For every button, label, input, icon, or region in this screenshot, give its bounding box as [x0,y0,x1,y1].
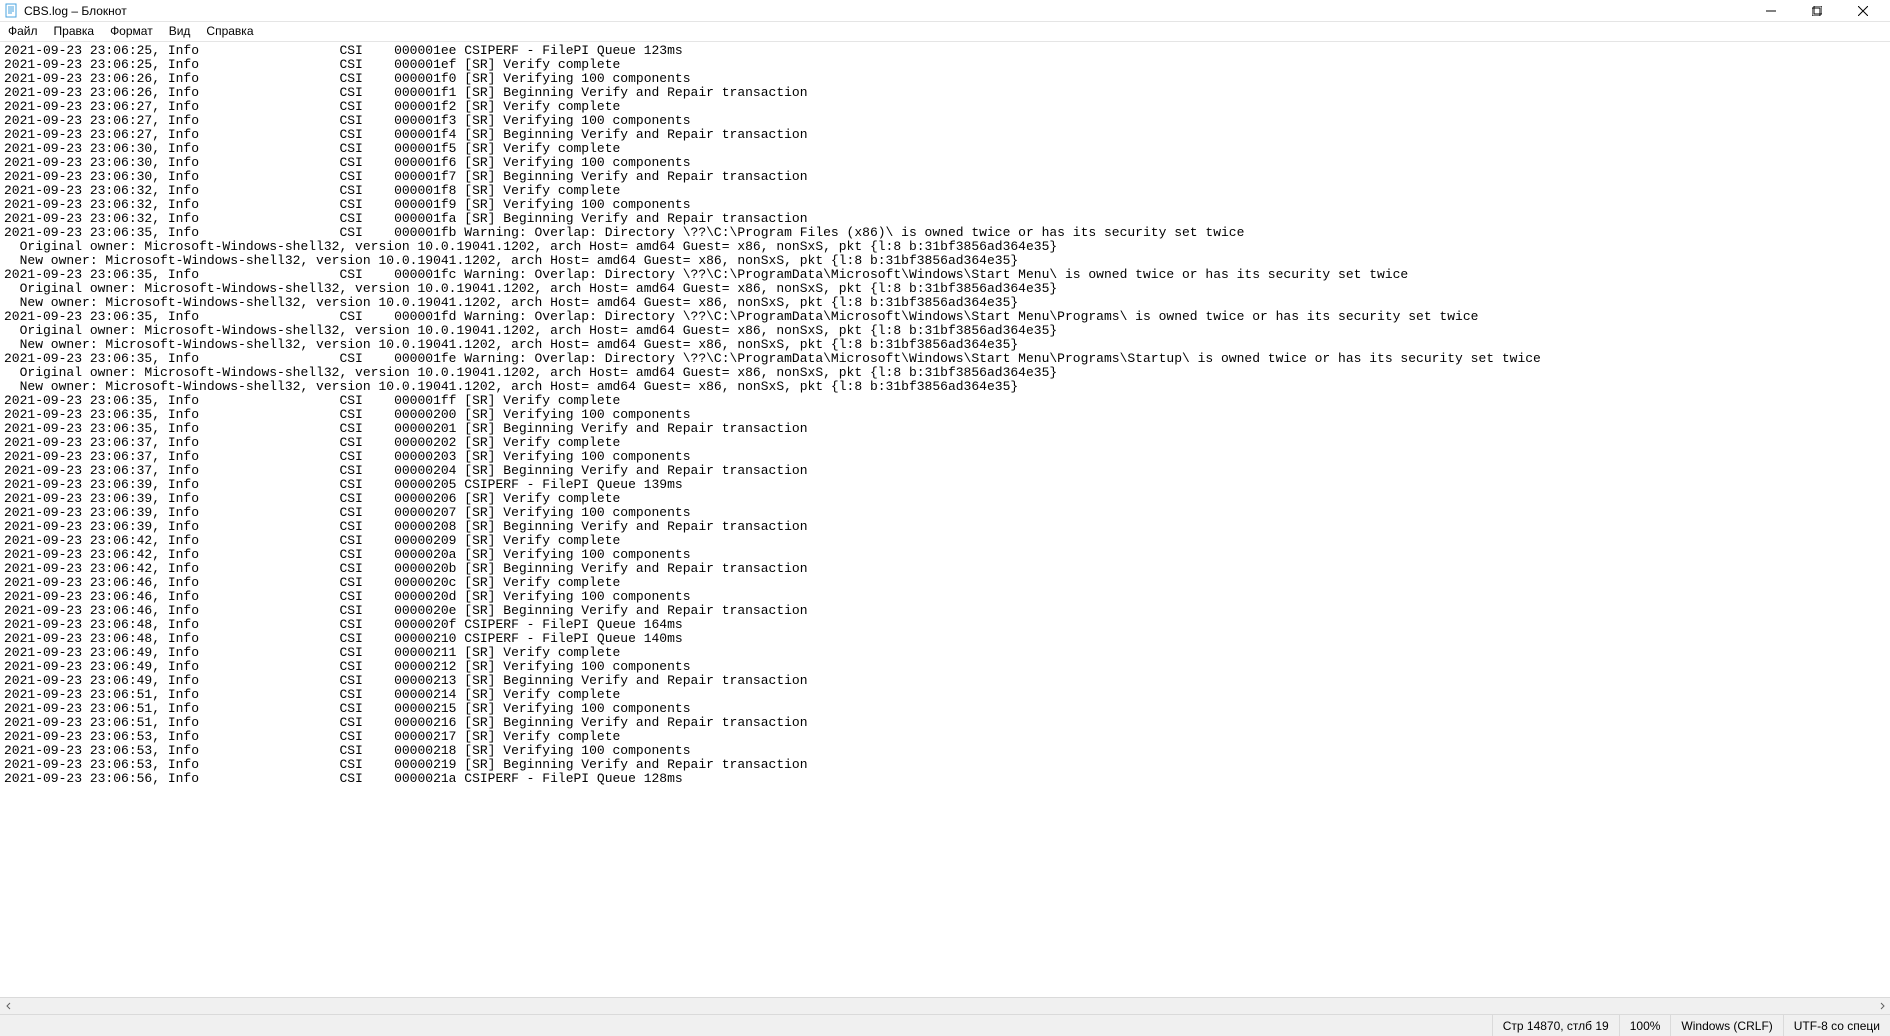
menu-help[interactable]: Справка [198,22,261,41]
text-area[interactable]: 2021-09-23 23:06:25, Info CSI 000001ee C… [0,42,1890,997]
scroll-track[interactable] [17,998,1873,1014]
window-controls [1748,0,1886,22]
maximize-button[interactable] [1794,0,1840,22]
horizontal-scrollbar[interactable] [0,997,1890,1014]
status-line-ending: Windows (CRLF) [1670,1015,1782,1036]
statusbar-spacer [0,1015,1492,1036]
status-encoding: UTF-8 со специ [1783,1015,1890,1036]
menubar: Файл Правка Формат Вид Справка [0,22,1890,42]
status-zoom: 100% [1619,1015,1671,1036]
menu-edit[interactable]: Правка [46,22,103,41]
scroll-right-icon[interactable] [1873,998,1890,1015]
minimize-button[interactable] [1748,0,1794,22]
window-title: CBS.log – Блокнот [24,4,127,18]
notepad-window: CBS.log – Блокнот Файл Правка Форма [0,0,1890,1036]
menu-view[interactable]: Вид [161,22,199,41]
titlebar[interactable]: CBS.log – Блокнот [0,0,1890,22]
statusbar: Стр 14870, стлб 19 100% Windows (CRLF) U… [0,1014,1890,1036]
close-button[interactable] [1840,0,1886,22]
menu-format[interactable]: Формат [102,22,161,41]
scroll-left-icon[interactable] [0,998,17,1015]
notepad-icon [4,3,20,19]
menu-file[interactable]: Файл [0,22,46,41]
status-position: Стр 14870, стлб 19 [1492,1015,1619,1036]
